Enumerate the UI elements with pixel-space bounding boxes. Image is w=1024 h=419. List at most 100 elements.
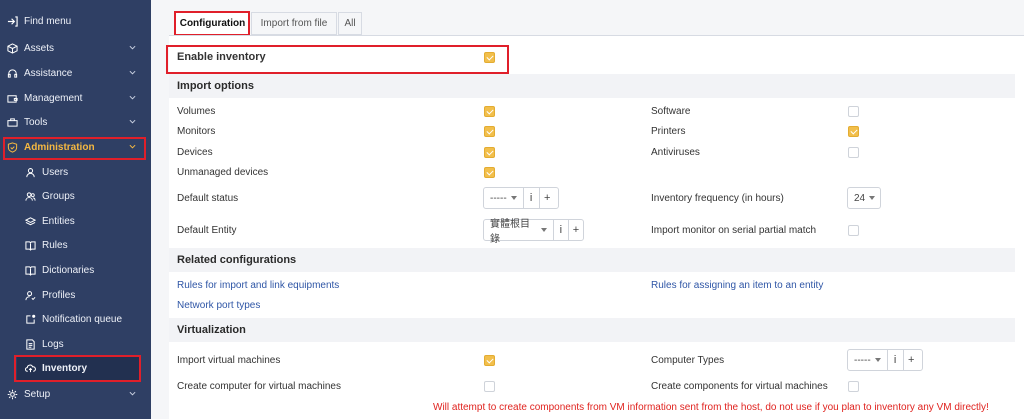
chevron-down-icon	[129, 95, 136, 100]
tab-label: Configuration	[179, 18, 246, 29]
cube-icon	[6, 42, 18, 54]
rules-assign-link[interactable]: Rules for assigning an item to an entity	[651, 280, 823, 291]
sidebar-item-assets[interactable]: Assets	[0, 36, 151, 60]
sidebar-item-label: Rules	[42, 239, 68, 251]
user-check-icon	[24, 289, 36, 301]
sidebar-item-label: Users	[42, 166, 69, 178]
info-button[interactable]: i	[886, 350, 903, 370]
computer-types-label: Computer Types	[651, 355, 725, 366]
create-components-vm-checkbox[interactable]	[848, 381, 859, 392]
network-port-types-link[interactable]: Network port types	[177, 300, 260, 311]
sidebar-item-label: Assistance	[24, 67, 73, 79]
sidebar-item-label: Administration	[24, 141, 95, 153]
volumes-checkbox[interactable]	[484, 106, 495, 117]
book-icon	[24, 264, 36, 276]
sidebar-item-groups[interactable]: Groups	[0, 184, 151, 208]
unmanaged-devices-checkbox[interactable]	[484, 167, 495, 178]
sidebar-item-label: Assets	[24, 42, 55, 54]
unmanaged-devices-label: Unmanaged devices	[177, 167, 269, 178]
sidebar-item-rules[interactable]: Rules	[0, 233, 151, 257]
briefcase-icon	[6, 116, 18, 128]
sidebar-item-label: Dictionaries	[42, 264, 95, 276]
sidebar-item-label: Tools	[24, 116, 48, 128]
user-icon	[24, 166, 36, 178]
sidebar-item-management[interactable]: Management	[0, 86, 151, 110]
sidebar-item-inventory[interactable]: Inventory	[17, 356, 139, 380]
info-button[interactable]: i	[552, 220, 568, 240]
devices-checkbox[interactable]	[484, 147, 495, 158]
default-entity-select[interactable]: 實體根目錄 i +	[483, 219, 584, 245]
import-vm-checkbox[interactable]	[484, 355, 495, 366]
wallet-icon	[6, 92, 18, 104]
tab-label: Import from file	[260, 18, 328, 29]
antiviruses-label: Antiviruses	[651, 147, 700, 158]
headset-icon	[6, 67, 18, 79]
computer-types-select[interactable]: ----- i +	[847, 349, 923, 371]
stack-icon	[24, 215, 36, 227]
printers-checkbox[interactable]	[848, 126, 859, 137]
chevron-down-icon	[129, 45, 136, 50]
sidebar-item-profiles[interactable]: Profiles	[0, 283, 151, 307]
book-icon	[24, 239, 36, 251]
sidebar-item-label: Entities	[42, 215, 75, 227]
devices-label: Devices	[177, 147, 213, 158]
enable-inventory-checkbox[interactable]	[484, 52, 495, 63]
notification-icon	[24, 313, 36, 325]
sidebar-item-label: Notification queue	[42, 313, 123, 325]
default-entity-value: 實體根目錄	[490, 219, 530, 245]
rules-import-link[interactable]: Rules for import and link equipments	[177, 280, 339, 291]
config-panel: Enable inventory Import options Volumes …	[166, 35, 1024, 419]
monitors-label: Monitors	[177, 126, 216, 137]
main-content: Configuration Import from file All Enabl…	[151, 0, 1024, 419]
inventory-frequency-select[interactable]: 24	[847, 187, 881, 209]
create-computer-vm-label: Create computer for virtual machines	[177, 381, 341, 392]
create-computer-vm-checkbox[interactable]	[484, 381, 495, 392]
sidebar-item-label: Logs	[42, 338, 64, 350]
tab-label: All	[344, 18, 356, 29]
import-vm-label: Import virtual machines	[177, 355, 281, 366]
tab-configuration[interactable]: Configuration	[175, 12, 250, 35]
chevron-down-icon	[129, 144, 136, 149]
tab-import-from-file[interactable]: Import from file	[251, 12, 337, 35]
users-icon	[24, 190, 36, 202]
sidebar-item-users[interactable]: Users	[0, 160, 151, 184]
import-options-header: Import options	[169, 74, 1015, 98]
sidebar-item-setup[interactable]: Setup	[0, 382, 151, 406]
software-checkbox[interactable]	[848, 106, 859, 117]
import-monitor-serial-label: Import monitor on serial partial match	[651, 225, 817, 236]
chevron-down-icon	[129, 391, 136, 396]
sidebar-item-find-menu[interactable]: Find menu	[0, 9, 151, 33]
gear-icon	[6, 388, 18, 400]
sidebar-item-logs[interactable]: Logs	[0, 332, 151, 356]
sidebar-item-tools[interactable]: Tools	[0, 110, 151, 134]
inventory-frequency-label: Inventory frequency (in hours)	[651, 193, 784, 204]
printers-label: Printers	[651, 126, 686, 137]
sidebar-item-dictionaries[interactable]: Dictionaries	[0, 258, 151, 282]
volumes-label: Volumes	[177, 106, 216, 117]
monitors-checkbox[interactable]	[484, 126, 495, 137]
default-status-select[interactable]: ----- i +	[483, 187, 559, 209]
sidebar-item-label: Setup	[24, 388, 51, 400]
sidebar-item-entities[interactable]: Entities	[0, 209, 151, 233]
inventory-frequency-value: 24	[854, 192, 866, 204]
chevron-down-icon	[129, 70, 136, 75]
virtualization-header: Virtualization	[169, 318, 1015, 342]
add-button[interactable]: +	[902, 350, 919, 370]
sidebar-item-assistance[interactable]: Assistance	[0, 61, 151, 85]
add-button[interactable]: +	[538, 188, 555, 208]
tab-all[interactable]: All	[338, 12, 362, 35]
logs-icon	[24, 338, 36, 350]
sidebar-item-label: Groups	[42, 190, 75, 202]
import-monitor-serial-checkbox[interactable]	[848, 225, 859, 236]
add-button[interactable]: +	[567, 220, 583, 240]
caret-down-icon	[869, 196, 876, 200]
info-button[interactable]: i	[522, 188, 539, 208]
chevron-down-icon	[129, 119, 136, 124]
sidebar-item-notification-queue[interactable]: Notification queue	[0, 307, 151, 331]
sidebar-item-administration[interactable]: Administration	[0, 135, 151, 159]
default-status-label: Default status	[177, 193, 239, 204]
caret-down-icon	[874, 358, 881, 362]
shield-check-icon	[6, 141, 18, 153]
antiviruses-checkbox[interactable]	[848, 147, 859, 158]
find-menu-icon	[6, 15, 18, 27]
